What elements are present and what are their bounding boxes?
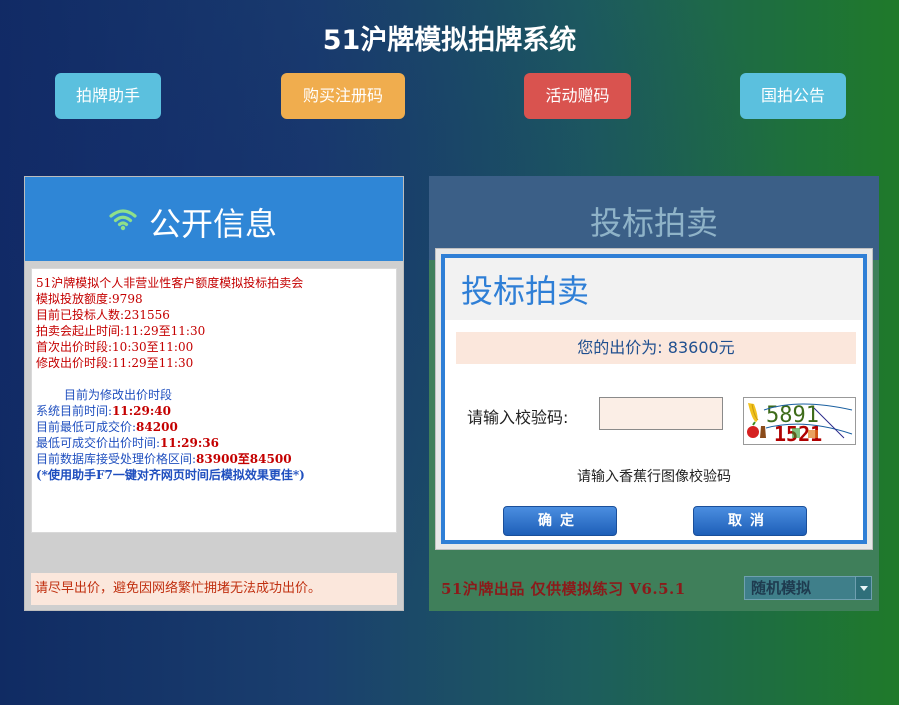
min-price-row: 目前最低可成交价:84200 (36, 419, 396, 435)
status-line: 目前为修改出价时段 (64, 388, 173, 402)
captcha-input[interactable] (599, 397, 723, 430)
left-footer-notice: 请尽早出价，避免因网络繁忙拥堵无法成功出价。 (31, 573, 397, 605)
version-footer: 51沪牌出品 仅供模拟练习 V6.5.1 (441, 580, 686, 598)
cancel-button[interactable]: 取消 (693, 506, 807, 536)
buy-registration-code-button[interactable]: 购买注册码 (281, 73, 405, 119)
bidding-dialog-frame: 投标拍卖 您的出价为: 83600元 请输入校验码: 5891 1521 (435, 248, 873, 550)
info-box: 51沪牌模拟个人非营业性客户额度模拟投标拍卖会 模拟投放额度:9798 目前已投… (31, 268, 397, 533)
price-range-value: 83900至84500 (196, 452, 292, 466)
apple-icon (747, 426, 759, 438)
system-time-value: 11:29:40 (112, 404, 172, 418)
captcha-label: 请输入校验码: (467, 408, 569, 427)
simulation-mode-value: 随机模拟 (751, 579, 812, 597)
bidding-dialog: 投标拍卖 您的出价为: 83600元 请输入校验码: 5891 1521 (441, 254, 867, 544)
captcha-graphic: 5891 1521 (744, 398, 855, 446)
auction-notice-button[interactable]: 国拍公告 (740, 73, 846, 119)
wifi-icon (109, 209, 137, 231)
system-time-row: 系统目前时间:11:29:40 (36, 403, 396, 419)
price-range-row: 目前数据库接受处理价格区间:83900至84500 (36, 451, 396, 467)
min-price-time-value: 11:29:36 (160, 436, 220, 450)
dialog-title-bar: 投标拍卖 (445, 258, 863, 320)
confirm-button[interactable]: 确定 (503, 506, 617, 536)
bidding-panel: 投标拍卖 投标拍卖 您的出价为: 83600元 请输入校验码: 5891 152… (429, 176, 879, 611)
bidding-panel-title: 投标拍卖 (589, 204, 718, 242)
public-info-title: 公开信息 (149, 205, 278, 243)
captcha-image[interactable]: 5891 1521 (743, 397, 856, 446)
info-line: 模拟投放额度:9798 (36, 292, 143, 306)
captcha-hint: 请输入香蕉行图像校验码 (577, 469, 731, 485)
page-title: 51沪牌模拟拍牌系统 (322, 25, 577, 56)
min-price-value: 84200 (136, 420, 178, 434)
min-price-time-label: 最低可成交价出价时间: (36, 436, 161, 450)
system-time-label: 系统目前时间: (36, 404, 113, 418)
info-line: 修改出价时段:11:29至11:30 (36, 356, 194, 370)
simulation-mode-select[interactable]: 随机模拟 (744, 576, 872, 600)
tip-line: (*使用助手F7一键对齐网页时间后模拟效果更佳*) (36, 468, 305, 482)
min-price-time-row: 最低可成交价出价时间:11:29:36 (36, 435, 396, 451)
info-line: 首次出价时段:10:30至11:00 (36, 340, 194, 354)
price-range-label: 目前数据库接受处理价格区间: (36, 452, 197, 466)
min-price-label: 目前最低可成交价: (36, 420, 137, 434)
info-line: 51沪牌模拟个人非营业性客户额度模拟投标拍卖会 (36, 276, 304, 290)
info-line: 目前已投标人数:231556 (36, 308, 170, 322)
public-info-panel: 公开信息 51沪牌模拟个人非营业性客户额度模拟投标拍卖会 模拟投放额度:9798… (24, 176, 404, 611)
bid-price-text: 您的出价为: 83600元 (456, 332, 856, 364)
promo-code-button[interactable]: 活动赠码 (524, 73, 631, 119)
dialog-title: 投标拍卖 (461, 272, 590, 310)
chevron-down-icon[interactable] (855, 577, 871, 599)
info-line: 拍卖会起止时间:11:29至11:30 (36, 324, 206, 338)
public-info-header: 公开信息 (25, 177, 403, 261)
auction-assistant-button[interactable]: 拍牌助手 (55, 73, 161, 119)
